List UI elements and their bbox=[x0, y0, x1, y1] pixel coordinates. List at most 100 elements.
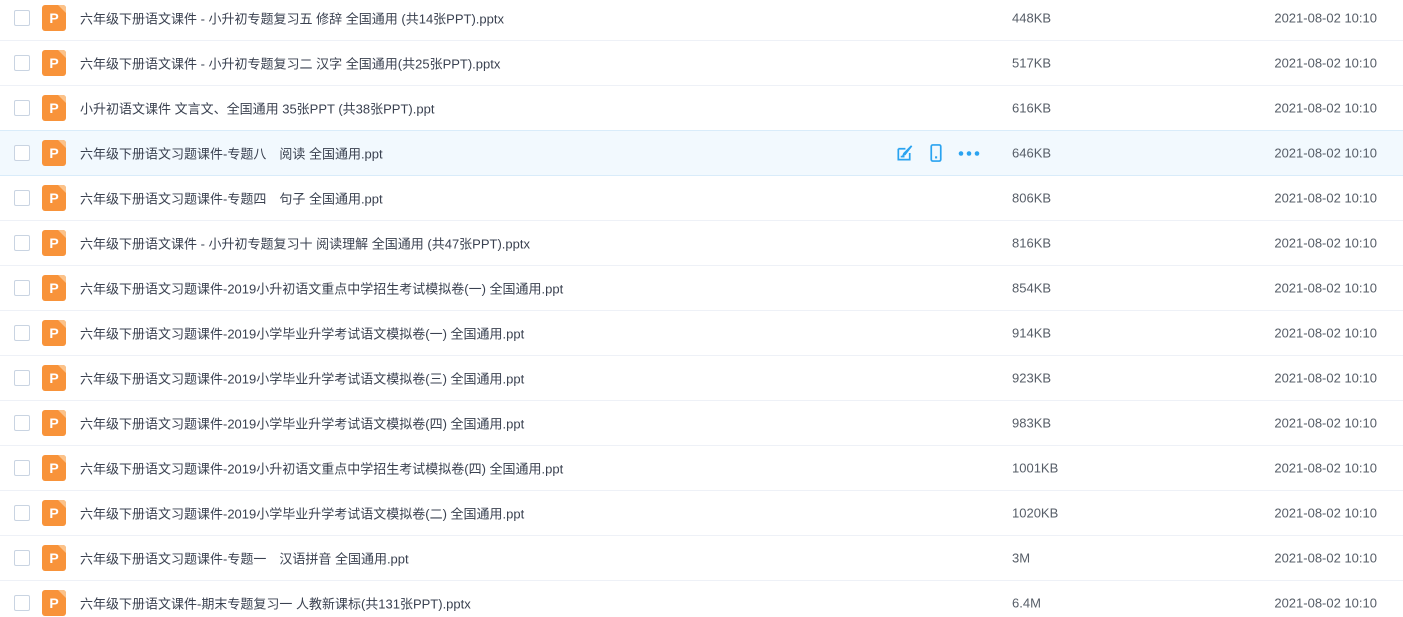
file-name[interactable]: 六年级下册语文课件 - 小升初专题复习十 阅读理解 全国通用 (共47张PPT)… bbox=[80, 234, 530, 253]
row-actions bbox=[895, 144, 980, 163]
table-row[interactable]: P 六年级下册语文习题课件-专题四 句子 全国通用.ppt bbox=[0, 176, 1403, 221]
file-date: 2021-08-02 10:10 bbox=[1274, 101, 1377, 116]
row-checkbox[interactable] bbox=[14, 370, 30, 386]
file-name[interactable]: 六年级下册语文习题课件-专题一 汉语拼音 全国通用.ppt bbox=[80, 549, 409, 568]
ppt-file-icon: P bbox=[42, 50, 66, 76]
ppt-file-icon: P bbox=[42, 545, 66, 571]
file-size: 646KB bbox=[1012, 146, 1051, 161]
file-date: 2021-08-02 10:10 bbox=[1274, 56, 1377, 71]
table-row[interactable]: P 六年级下册语文习题课件-2019小升初语文重点中学招生考试模拟卷(一) 全国… bbox=[0, 266, 1403, 311]
ppt-file-icon: P bbox=[42, 500, 66, 526]
file-date: 2021-08-02 10:10 bbox=[1274, 506, 1377, 521]
file-size: 923KB bbox=[1012, 371, 1051, 386]
ppt-file-icon: P bbox=[42, 365, 66, 391]
row-checkbox[interactable] bbox=[14, 280, 30, 296]
file-type-letter: P bbox=[49, 190, 58, 206]
file-type-letter: P bbox=[49, 505, 58, 521]
file-date: 2021-08-02 10:10 bbox=[1274, 326, 1377, 341]
file-name[interactable]: 小升初语文课件 文言文、全国通用 35张PPT (共38张PPT).ppt bbox=[80, 99, 434, 118]
file-name[interactable]: 六年级下册语文习题课件-专题八 阅读 全国通用.ppt bbox=[80, 144, 383, 163]
ppt-file-icon: P bbox=[42, 275, 66, 301]
file-date: 2021-08-02 10:10 bbox=[1274, 236, 1377, 251]
table-row[interactable]: P 小升初语文课件 文言文、全国通用 35张PPT (共38张PPT).ppt bbox=[0, 86, 1403, 131]
table-row[interactable]: P 六年级下册语文课件-期末专题复习一 人教新课标(共131张PPT).pptx bbox=[0, 581, 1403, 617]
ppt-file-icon: P bbox=[42, 185, 66, 211]
file-size: 616KB bbox=[1012, 101, 1051, 116]
file-type-letter: P bbox=[49, 325, 58, 341]
file-date: 2021-08-02 10:10 bbox=[1274, 461, 1377, 476]
ppt-file-icon: P bbox=[42, 320, 66, 346]
ppt-file-icon: P bbox=[42, 590, 66, 616]
edit-icon[interactable] bbox=[895, 144, 914, 163]
file-type-letter: P bbox=[49, 460, 58, 476]
table-row[interactable]: P 六年级下册语文课件 - 小升初专题复习五 修辞 全国通用 (共14张PPT)… bbox=[0, 0, 1403, 41]
file-size: 854KB bbox=[1012, 281, 1051, 296]
ppt-file-icon: P bbox=[42, 140, 66, 166]
row-checkbox[interactable] bbox=[14, 550, 30, 566]
file-date: 2021-08-02 10:10 bbox=[1274, 146, 1377, 161]
row-checkbox[interactable] bbox=[14, 325, 30, 341]
file-type-letter: P bbox=[49, 550, 58, 566]
ppt-file-icon: P bbox=[42, 410, 66, 436]
row-checkbox[interactable] bbox=[14, 100, 30, 116]
file-date: 2021-08-02 10:10 bbox=[1274, 551, 1377, 566]
file-name[interactable]: 六年级下册语文习题课件-2019小升初语文重点中学招生考试模拟卷(四) 全国通用… bbox=[80, 459, 563, 478]
file-name[interactable]: 六年级下册语文课件 - 小升初专题复习五 修辞 全国通用 (共14张PPT).p… bbox=[80, 9, 504, 28]
more-dots-icon[interactable] bbox=[958, 150, 980, 156]
file-date: 2021-08-02 10:10 bbox=[1274, 281, 1377, 296]
row-checkbox[interactable] bbox=[14, 145, 30, 161]
file-type-letter: P bbox=[49, 415, 58, 431]
file-name[interactable]: 六年级下册语文习题课件-专题四 句子 全国通用.ppt bbox=[80, 189, 383, 208]
file-size: 517KB bbox=[1012, 56, 1051, 71]
row-checkbox[interactable] bbox=[14, 415, 30, 431]
file-name[interactable]: 六年级下册语文习题课件-2019小学毕业升学考试语文模拟卷(二) 全国通用.pp… bbox=[80, 504, 524, 523]
row-checkbox[interactable] bbox=[14, 10, 30, 26]
row-checkbox[interactable] bbox=[14, 55, 30, 71]
row-checkbox[interactable] bbox=[14, 505, 30, 521]
file-size: 806KB bbox=[1012, 191, 1051, 206]
table-row[interactable]: P 六年级下册语文习题课件-2019小学毕业升学考试语文模拟卷(二) 全国通用.… bbox=[0, 491, 1403, 536]
file-date: 2021-08-02 10:10 bbox=[1274, 596, 1377, 611]
row-checkbox[interactable] bbox=[14, 595, 30, 611]
file-name[interactable]: 六年级下册语文课件-期末专题复习一 人教新课标(共131张PPT).pptx bbox=[80, 594, 471, 613]
table-row[interactable]: P 六年级下册语文习题课件-2019小学毕业升学考试语文模拟卷(一) 全国通用.… bbox=[0, 311, 1403, 356]
file-size: 1001KB bbox=[1012, 461, 1058, 476]
file-date: 2021-08-02 10:10 bbox=[1274, 371, 1377, 386]
row-checkbox[interactable] bbox=[14, 190, 30, 206]
file-size: 914KB bbox=[1012, 326, 1051, 341]
ppt-file-icon: P bbox=[42, 455, 66, 481]
file-type-letter: P bbox=[49, 100, 58, 116]
file-type-letter: P bbox=[49, 235, 58, 251]
row-checkbox[interactable] bbox=[14, 460, 30, 476]
file-type-letter: P bbox=[49, 10, 58, 26]
file-size: 816KB bbox=[1012, 236, 1051, 251]
table-row[interactable]: P 六年级下册语文课件 - 小升初专题复习二 汉字 全国通用(共25张PPT).… bbox=[0, 41, 1403, 86]
table-row[interactable]: P 六年级下册语文课件 - 小升初专题复习十 阅读理解 全国通用 (共47张PP… bbox=[0, 221, 1403, 266]
file-name[interactable]: 六年级下册语文习题课件-2019小学毕业升学考试语文模拟卷(一) 全国通用.pp… bbox=[80, 324, 524, 343]
file-list: P 六年级下册语文课件 - 小升初专题复习五 修辞 全国通用 (共14张PPT)… bbox=[0, 0, 1403, 617]
ppt-file-icon: P bbox=[42, 5, 66, 31]
file-size: 448KB bbox=[1012, 11, 1051, 26]
table-row[interactable]: P 六年级下册语文习题课件-2019小升初语文重点中学招生考试模拟卷(四) 全国… bbox=[0, 446, 1403, 491]
ppt-file-icon: P bbox=[42, 95, 66, 121]
file-size: 6.4M bbox=[1012, 596, 1041, 611]
file-date: 2021-08-02 10:10 bbox=[1274, 11, 1377, 26]
row-checkbox[interactable] bbox=[14, 235, 30, 251]
file-type-letter: P bbox=[49, 595, 58, 611]
file-date: 2021-08-02 10:10 bbox=[1274, 191, 1377, 206]
table-row[interactable]: P 六年级下册语文习题课件-2019小学毕业升学考试语文模拟卷(四) 全国通用.… bbox=[0, 401, 1403, 446]
table-row[interactable]: P 六年级下册语文习题课件-专题八 阅读 全国通用.ppt bbox=[0, 131, 1403, 176]
file-size: 1020KB bbox=[1012, 506, 1058, 521]
table-row[interactable]: P 六年级下册语文习题课件-专题一 汉语拼音 全国通用.ppt bbox=[0, 536, 1403, 581]
file-date: 2021-08-02 10:10 bbox=[1274, 416, 1377, 431]
send-to-mobile-icon[interactable] bbox=[928, 144, 944, 163]
file-type-letter: P bbox=[49, 55, 58, 71]
ppt-file-icon: P bbox=[42, 230, 66, 256]
file-size: 3M bbox=[1012, 551, 1030, 566]
file-name[interactable]: 六年级下册语文课件 - 小升初专题复习二 汉字 全国通用(共25张PPT).pp… bbox=[80, 54, 500, 73]
file-name[interactable]: 六年级下册语文习题课件-2019小学毕业升学考试语文模拟卷(三) 全国通用.pp… bbox=[80, 369, 524, 388]
file-name[interactable]: 六年级下册语文习题课件-2019小学毕业升学考试语文模拟卷(四) 全国通用.pp… bbox=[80, 414, 524, 433]
file-name[interactable]: 六年级下册语文习题课件-2019小升初语文重点中学招生考试模拟卷(一) 全国通用… bbox=[80, 279, 563, 298]
file-size: 983KB bbox=[1012, 416, 1051, 431]
table-row[interactable]: P 六年级下册语文习题课件-2019小学毕业升学考试语文模拟卷(三) 全国通用.… bbox=[0, 356, 1403, 401]
